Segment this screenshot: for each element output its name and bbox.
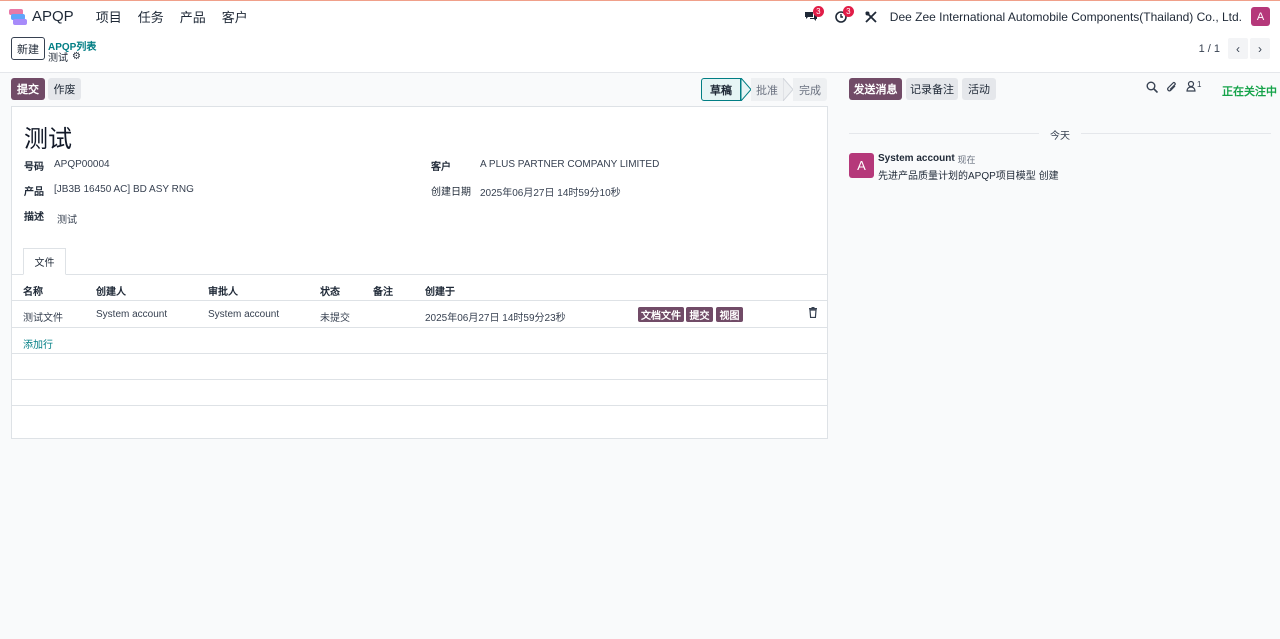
date-separator-line — [849, 133, 1039, 134]
menu-customers[interactable]: 客户 — [214, 7, 256, 26]
debug-tools-button[interactable] — [856, 1, 886, 32]
stage-approve[interactable]: 批准 — [751, 78, 783, 101]
menu-products[interactable]: 产品 — [172, 7, 214, 26]
chevron-right-icon: › — [1258, 41, 1262, 56]
message-body: 先进产品质量计划的APQP项目模型 创建 — [878, 171, 1059, 182]
product-label: 产品 — [24, 187, 44, 198]
date-separator-line — [1081, 133, 1271, 134]
column-header-note[interactable]: 备注 — [373, 283, 393, 298]
apqp-logo-icon — [9, 8, 27, 26]
void-button[interactable]: 作废 — [48, 78, 81, 100]
stage-done[interactable]: 完成 — [793, 78, 827, 101]
search-icon[interactable] — [1146, 81, 1158, 93]
pager-next-button[interactable]: › — [1250, 38, 1270, 59]
trash-icon[interactable] — [808, 307, 818, 318]
status-bar: 草稿 批准 完成 — [701, 78, 827, 101]
message-author[interactable]: System account — [878, 153, 955, 164]
user-icon — [1186, 80, 1196, 92]
form-sheet: 测试 号码 APQP00004 产品 [JB3B 16450 AC] BD AS… — [11, 106, 828, 439]
row-submit-button[interactable]: 提交 — [686, 307, 713, 322]
breadcrumb-current: 测试 ⚙ — [48, 49, 81, 64]
cell-name: 测试文件 — [23, 313, 63, 324]
breadcrumb-current-label: 测试 — [48, 53, 68, 64]
navbar-systray: 3 3 Dee Zee International Automobile Com… — [796, 1, 1280, 32]
cell-status: 未提交 — [320, 313, 350, 324]
column-header-status[interactable]: 状态 — [320, 283, 340, 298]
activities-badge: 3 — [842, 6, 854, 17]
submit-button[interactable]: 提交 — [11, 78, 45, 100]
stage-arrow-icon — [741, 78, 751, 101]
empty-row — [12, 406, 827, 432]
top-menu: 项目 任务 产品 客户 — [88, 7, 256, 26]
cell-creator: System account — [96, 309, 168, 320]
created-date-field: 2025年06月27日 14时59分10秒 — [480, 188, 621, 199]
table-header: 名称 创建人 审批人 状态 备注 创建于 — [12, 275, 827, 301]
pager-previous-button[interactable]: ‹ — [1228, 38, 1248, 59]
column-header-creator[interactable]: 创建人 — [96, 283, 126, 298]
date-separator: 今天 — [1050, 131, 1070, 142]
stage-draft[interactable]: 草稿 — [701, 78, 741, 101]
customer-field[interactable]: A PLUS PARTNER COMPANY LIMITED — [480, 159, 659, 170]
row-view-button[interactable]: 视图 — [716, 307, 743, 322]
followers-count: 1 — [1197, 80, 1202, 89]
empty-row — [12, 380, 827, 406]
followers-button[interactable]: 1 — [1186, 80, 1201, 92]
following-toggle[interactable]: 正在关注中 — [1222, 83, 1277, 99]
control-panel: 新建 APQP列表 测试 ⚙ 1 / 1 ‹ › — [0, 32, 1280, 73]
cell-approver: System account — [208, 309, 280, 320]
company-switcher[interactable]: Dee Zee International Automobile Compone… — [890, 10, 1242, 24]
new-button[interactable]: 新建 — [11, 37, 45, 60]
number-label: 号码 — [24, 162, 44, 173]
main-navbar: APQP 项目 任务 产品 客户 3 3 Dee Zee Internation… — [0, 1, 1280, 32]
description-label: 描述 — [24, 212, 44, 223]
activities-button[interactable]: 3 — [826, 1, 856, 32]
table-row[interactable]: 测试文件 System account System account 未提交 2… — [12, 301, 827, 328]
customer-label: 客户 — [431, 162, 451, 173]
empty-row — [12, 354, 827, 380]
pager-value[interactable]: 1 / 1 — [1199, 43, 1220, 55]
menu-tasks[interactable]: 任务 — [130, 7, 172, 26]
tab-files[interactable]: 文件 — [23, 248, 66, 275]
menu-projects[interactable]: 项目 — [88, 7, 130, 26]
column-header-created[interactable]: 创建于 — [425, 283, 455, 298]
column-header-approver[interactable]: 审批人 — [208, 283, 238, 298]
product-field[interactable]: [JB3B 16450 AC] BD ASY RNG — [54, 184, 194, 195]
cell-created: 2025年06月27日 14时59分23秒 — [425, 313, 566, 324]
stage-arrow-icon — [783, 78, 793, 101]
user-avatar[interactable]: A — [1251, 7, 1270, 26]
activity-button[interactable]: 活动 — [962, 78, 996, 100]
document-file-button[interactable]: 文档文件 — [638, 307, 684, 322]
created-date-label: 创建日期 — [431, 187, 471, 198]
app-name: APQP — [32, 8, 74, 25]
column-header-name[interactable]: 名称 — [23, 283, 43, 298]
message-author-avatar[interactable]: A — [849, 153, 874, 178]
log-note-button[interactable]: 记录备注 — [906, 78, 958, 100]
app-brand[interactable]: APQP — [9, 8, 74, 26]
add-line-link[interactable]: 添加行 — [23, 336, 53, 351]
chevron-left-icon: ‹ — [1236, 41, 1240, 56]
record-title[interactable]: 测试 — [24, 119, 72, 154]
send-message-button[interactable]: 发送消息 — [849, 78, 902, 100]
messaging-button[interactable]: 3 — [796, 1, 826, 32]
message-time: - 现在 — [952, 155, 976, 165]
paperclip-icon[interactable] — [1166, 81, 1178, 94]
add-line-row: 添加行 — [12, 328, 827, 354]
description-field[interactable]: 测试 — [57, 211, 77, 226]
gear-icon[interactable]: ⚙ — [72, 51, 81, 62]
tools-icon — [865, 10, 877, 23]
number-field[interactable]: APQP00004 — [54, 159, 110, 170]
messages-badge: 3 — [812, 6, 824, 17]
notebook-tabs: 文件 — [12, 248, 827, 275]
